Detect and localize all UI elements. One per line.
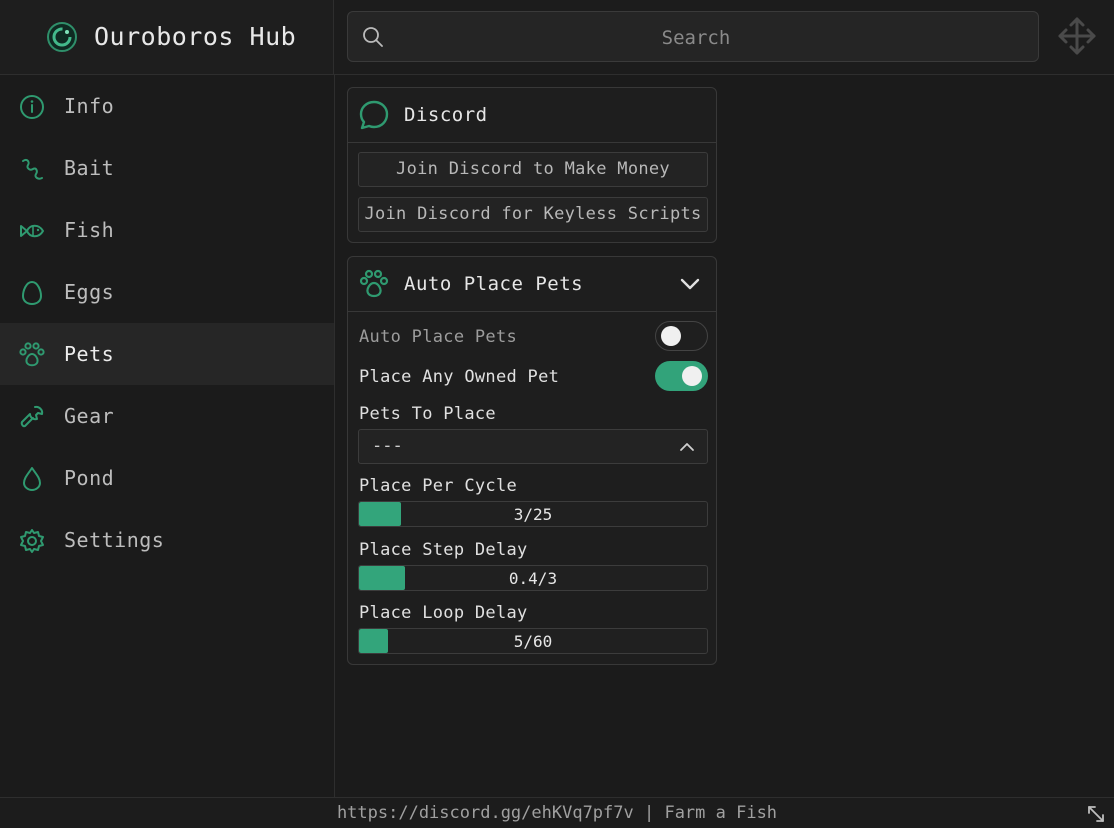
sidebar-item-label: Gear: [64, 404, 115, 428]
move-icon[interactable]: [1056, 15, 1098, 57]
dropdown-value: ---: [372, 436, 403, 456]
sidebar-item-gear[interactable]: Gear: [0, 385, 334, 447]
join-discord-money-button[interactable]: Join Discord to Make Money: [358, 152, 708, 187]
place-per-cycle-slider[interactable]: 3/25: [358, 501, 708, 527]
slider-value: 3/25: [513, 505, 553, 524]
place-any-owned-pet-toggle[interactable]: [655, 361, 708, 391]
chat-bubble-icon: [359, 100, 389, 130]
chevron-up-icon: [680, 443, 694, 451]
gear-icon: [20, 529, 44, 553]
auto-place-pets-toggle[interactable]: [655, 321, 708, 351]
droplet-icon: [23, 467, 41, 491]
wrench-icon: [20, 405, 44, 428]
main-content: Discord Join Discord to Make Money Join …: [335, 75, 1114, 797]
sidebar-item-label: Bait: [64, 156, 115, 180]
search-input[interactable]: [388, 12, 1004, 63]
egg-icon: [21, 280, 43, 306]
pets-to-place-label: Pets To Place: [359, 404, 496, 424]
place-step-delay-label: Place Step Delay: [359, 540, 528, 560]
hub-window: Ouroboros Hub Search Info Bait Fish Eggs…: [0, 0, 1114, 828]
auto-place-pets-toggle-label: Auto Place Pets: [359, 327, 518, 347]
auto-place-pets-title: Auto Place Pets: [404, 273, 584, 295]
place-loop-delay-label: Place Loop Delay: [359, 603, 528, 623]
discord-card-title: Discord: [404, 104, 488, 126]
paw-icon: [19, 342, 45, 367]
discord-card: Discord Join Discord to Make Money Join …: [347, 87, 717, 243]
sidebar-item-bait[interactable]: Bait: [0, 137, 334, 199]
pets-to-place-dropdown[interactable]: ---: [358, 429, 708, 464]
place-any-owned-pet-label: Place Any Owned Pet: [359, 367, 560, 387]
auto-place-pets-header[interactable]: Auto Place Pets: [348, 257, 716, 312]
info-icon: [20, 95, 44, 119]
footer-text: https://discord.gg/ehKVq7pf7v | Farm a F…: [336, 803, 778, 823]
discord-card-header: Discord: [348, 88, 716, 143]
search-box[interactable]: [347, 11, 1039, 63]
app-title: Ouroboros Hub: [94, 22, 297, 51]
sidebar-item-label: Eggs: [64, 280, 115, 304]
sidebar-item-settings[interactable]: Settings: [0, 509, 334, 571]
resize-icon[interactable]: [1086, 804, 1106, 824]
brand-header: Ouroboros Hub: [0, 0, 334, 75]
sidebar-item-eggs[interactable]: Eggs: [0, 261, 334, 323]
fish-icon: [20, 224, 44, 238]
top-bar: [334, 0, 1114, 75]
status-footer: https://discord.gg/ehKVq7pf7v | Farm a F…: [0, 797, 1114, 828]
sidebar-item-pond[interactable]: Pond: [0, 447, 334, 509]
sidebar-item-label: Pets: [64, 342, 115, 366]
paw-icon: [359, 269, 389, 298]
sidebar: Info Bait Fish Eggs Pets Gear Pond Setti…: [0, 75, 335, 797]
join-discord-keyless-button[interactable]: Join Discord for Keyless Scripts: [358, 197, 708, 232]
sidebar-item-label: Fish: [64, 218, 115, 242]
sidebar-item-label: Settings: [64, 528, 165, 552]
slider-value: 0.4/3: [508, 569, 558, 588]
chevron-down-icon[interactable]: [678, 272, 702, 296]
toggle-knob: [682, 366, 702, 386]
auto-place-pets-card: Auto Place Pets Auto Place Pets Place An…: [347, 256, 717, 665]
ouroboros-logo-icon: [47, 22, 77, 52]
worm-icon: [22, 158, 43, 180]
sidebar-item-info[interactable]: Info: [0, 75, 334, 137]
place-step-delay-slider[interactable]: 0.4/3: [358, 565, 708, 591]
slider-value: 5/60: [513, 632, 553, 651]
sidebar-item-label: Pond: [64, 466, 115, 490]
search-icon: [363, 27, 383, 47]
sidebar-item-fish[interactable]: Fish: [0, 199, 334, 261]
sidebar-item-label: Info: [64, 94, 115, 118]
place-loop-delay-slider[interactable]: 5/60: [358, 628, 708, 654]
sidebar-item-pets[interactable]: Pets: [0, 323, 334, 385]
toggle-knob: [661, 326, 681, 346]
place-per-cycle-label: Place Per Cycle: [359, 476, 518, 496]
